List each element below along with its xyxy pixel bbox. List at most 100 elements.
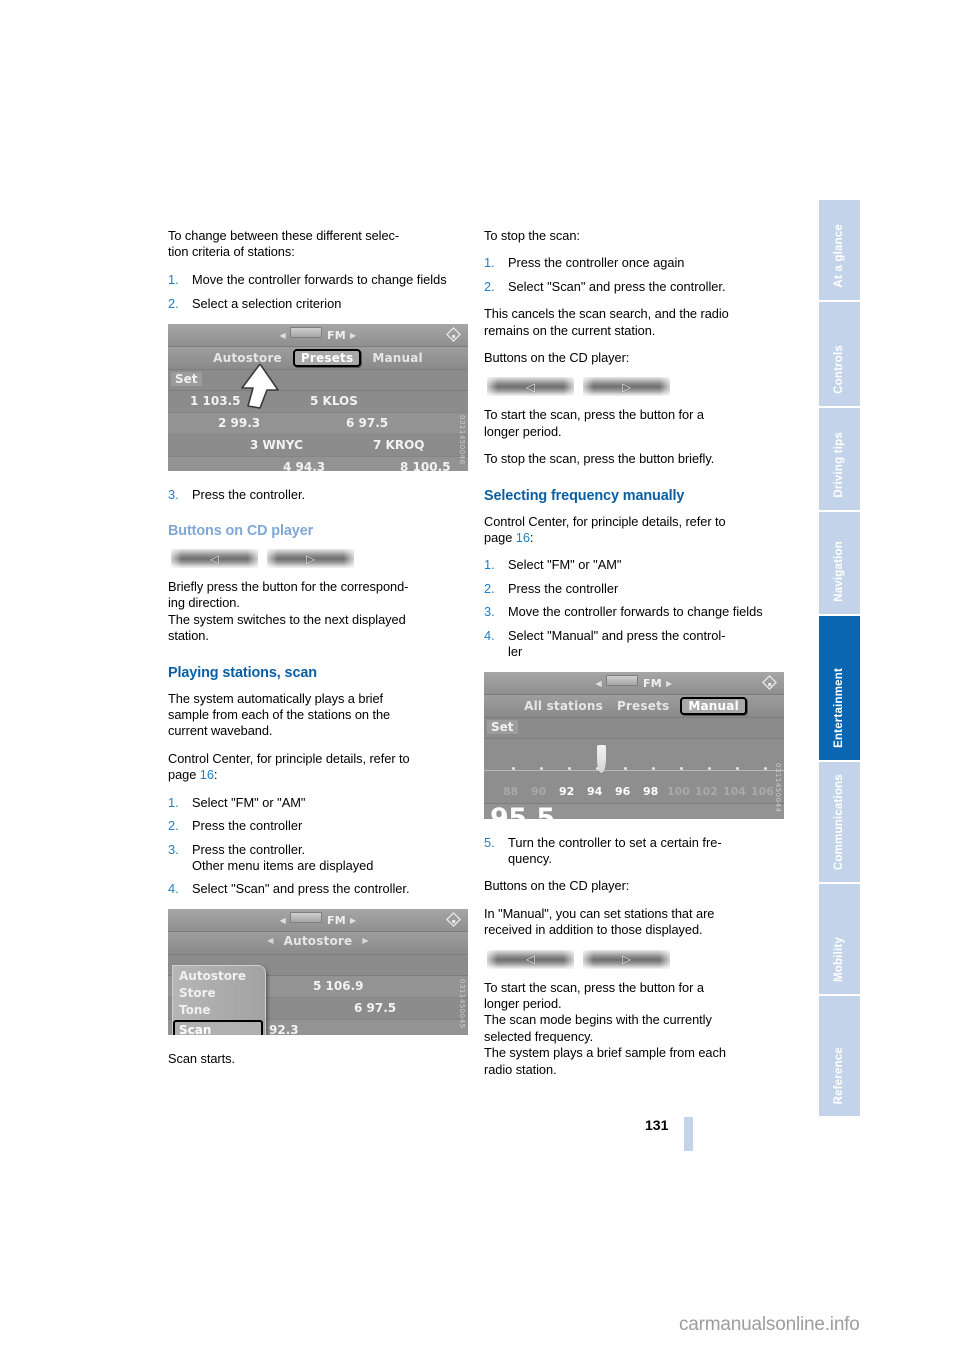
scale-number: 98 [643,784,659,798]
control-center-post: : [213,767,218,783]
right-arrow-icon: ▶ [362,935,369,945]
scale-line [484,769,784,771]
frequency-scale[interactable] [484,738,784,785]
steps-manual-tuning: 1. Select "FM" or "AM" 2. Press the cont… [484,557,784,660]
step-text: Move the controller forwards to change f… [192,271,447,287]
scale-number-row: 88 90 92 94 96 98 100 102 104 106 [484,784,784,804]
scale-number: 96 [615,784,631,798]
screenshot-tab-row: All stations Presets Manual [484,694,784,718]
table-row: 3 WNYC 7 KROQ [168,434,468,457]
band-label: FM [326,328,347,342]
left-arrow-icon: ◀ [595,678,602,688]
step-text: Select "Scan" and press the controller. [508,278,726,294]
step-number: 3. [168,486,179,502]
scale-number: 104 [723,784,746,798]
cd-prev-button[interactable]: ◁ [482,949,579,969]
section-tabs-sidebar: At a glance Controls Driving tips Naviga… [819,200,860,1116]
cd-next-button[interactable]: ▷ [578,377,675,397]
step-number: 4. [484,627,495,643]
step-number: 1. [168,271,179,287]
page-reference-link[interactable]: 16 [516,530,530,545]
tab-presets-selected[interactable]: Presets [292,348,362,367]
sidebar-item-label: Controls [832,345,845,394]
home-icon [762,674,777,690]
step-text: Press the controller [192,818,303,834]
preset-right: 5 106.9 [313,978,364,993]
sidebar-item-at-a-glance[interactable]: At a glance [819,200,860,302]
menu-item-store[interactable]: Store [173,985,265,1002]
menu-item-scan-selected[interactable]: Scan [173,1019,263,1035]
preset-left: 4 94.3 [283,459,326,471]
preset-right: 7 KROQ [373,437,425,452]
right-arrow-icon: ▶ [666,678,673,688]
tab-autostore[interactable]: Autostore [284,934,353,948]
step-number: 4. [168,881,179,897]
tab-manual-selected[interactable]: Manual [680,696,747,715]
step-text: Select "Manual" and press the control-le… [508,627,726,660]
heading-playing-stations-scan: Playing stations, scan [168,664,317,681]
step-text: Select a selection criterion [192,296,342,312]
list-item: 3. Move the controller forwards to chang… [484,604,784,620]
cd-prev-button[interactable]: ◁ [166,549,263,569]
figure-code: 0311450046 [458,415,466,465]
radio-chip-icon [289,326,322,338]
triangle-left-icon: ◁ [525,952,536,967]
left-column: To change between these different selec-… [166,228,468,1078]
steps-change-criteria: 1. Move the controller forwards to chang… [168,272,468,313]
cd-prev-button[interactable]: ◁ [482,377,579,397]
cd-player-buttons: ◁ ▷ [166,549,468,569]
frequency-value: 95.5 [490,802,555,819]
screenshot-set-row: Set [484,717,784,739]
idrive-screenshot-scan: ◀ FM ▶ ◀ Autostore ▶ 5 106.9 6 97.5 92.3… [168,908,468,1035]
list-item: 1. Select "FM" or "AM" [168,795,468,811]
preset-left: 92.3 [269,1022,299,1035]
list-item: 2. Select "Scan" and press the controlle… [484,279,784,295]
tab-manual[interactable]: Manual [372,351,423,365]
cd-next-button[interactable]: ▷ [262,549,359,569]
left-arrow-icon: ◀ [279,915,286,925]
preset-right: 5 KLOS [310,393,358,408]
sidebar-item-label: Reference [832,1046,845,1104]
tab-all-stations[interactable]: All stations [524,699,603,713]
sidebar-item-driving-tips[interactable]: Driving tips [819,408,860,512]
sidebar-item-controls[interactable]: Controls [819,302,860,408]
screenshot-status-bar: ◀ FM ▶ [168,908,468,932]
sidebar-item-entertainment[interactable]: Entertainment [819,616,860,762]
list-item: 3. Press the controller. Other menu items… [168,842,468,875]
step-number: 5. [484,834,495,850]
tuning-pointer[interactable] [597,744,606,773]
control-center-reference: Control Center, for principle details, r… [168,751,468,784]
list-item: 4. Select "Manual" and press the control… [484,628,784,661]
sidebar-item-label: Communications [832,773,845,870]
intro-paragraph: To change between these different selec-… [168,228,400,260]
playing-body-paragraph: The system automatically plays a brief sa… [168,690,391,739]
tab-presets[interactable]: Presets [617,699,669,713]
heading-buttons-on-cd-player: Buttons on CD player [168,523,314,540]
idrive-screenshot-manual: ◀ FM ▶ All stations Presets Manual Set 8… [484,671,784,819]
stop-scan-brief-paragraph: To stop the scan, press the button brief… [484,451,715,467]
steps-stop-scan: 1. Press the controller once again 2. Se… [484,255,784,295]
tab-autostore[interactable]: Autostore [213,351,282,365]
scale-tick [652,766,655,770]
sidebar-item-communications[interactable]: Communications [819,762,860,884]
list-item: 2. Select a selection criterion [168,296,468,312]
site-watermark: carmanualsonline.info [679,1314,860,1335]
sidebar-item-navigation[interactable]: Navigation [819,512,860,616]
cd-next-button[interactable]: ▷ [578,949,675,969]
menu-item-tone[interactable]: Tone [173,1002,265,1019]
step-text: Press the controller. Other menu items ar… [192,841,374,873]
sidebar-item-mobility[interactable]: Mobility [819,884,860,996]
list-item: 4. Select "Scan" and press the controlle… [168,881,468,897]
steps-press-controller: 3. Press the controller. [168,487,468,503]
preset-right: 6 97.5 [354,1000,397,1015]
scan-starts-paragraph: Scan starts. [168,1050,235,1066]
sidebar-item-label: At a glance [832,224,845,288]
scale-tick [764,766,767,770]
scale-tick [540,766,543,770]
menu-item-autostore[interactable]: Autostore [173,968,265,985]
list-item: 3. Press the controller. [168,487,468,503]
figure-code: 0311450045 [458,979,466,1029]
sidebar-item-reference[interactable]: Reference [819,996,860,1116]
page-reference-link[interactable]: 16 [200,767,214,782]
left-arrow-icon: ◀ [267,935,274,945]
